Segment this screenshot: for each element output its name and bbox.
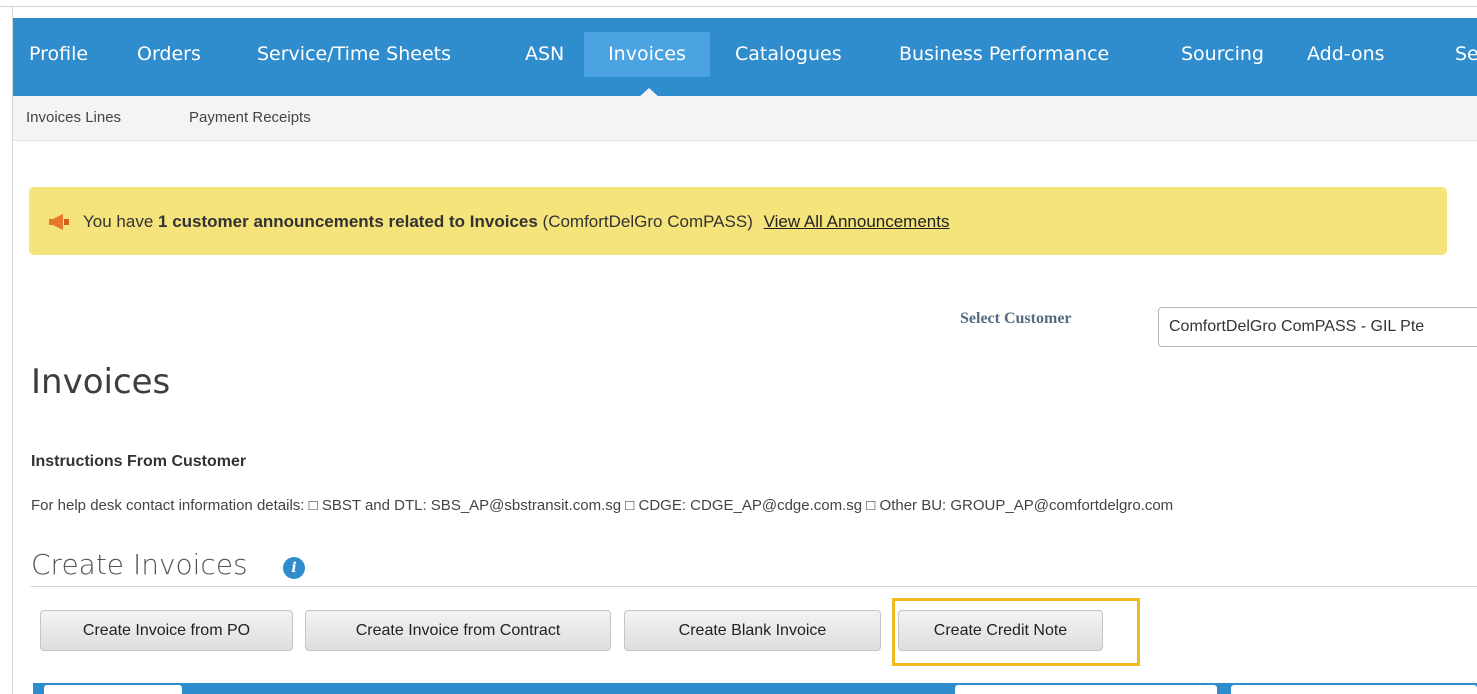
announcement-customer: (ComfortDelGro ComPASS) [542, 212, 753, 231]
instructions-heading: Instructions From Customer [31, 453, 247, 470]
tab-asn[interactable]: ASN [515, 32, 574, 77]
tab-business-performance[interactable]: Business Performance [889, 32, 1119, 77]
instructions-body: For help desk contact information detail… [31, 497, 1174, 514]
view-all-announcements-link[interactable]: View All Announcements [764, 212, 950, 231]
tab-catalogues[interactable]: Catalogues [725, 32, 852, 77]
subnav-invoices-lines[interactable]: Invoices Lines [26, 109, 121, 126]
top-navigation: Profile Orders Service/Time Sheets ASN I… [13, 18, 1477, 98]
tab-profile[interactable]: Profile [19, 32, 98, 77]
tab-add-ons[interactable]: Add-ons [1297, 32, 1395, 77]
announcement-text: You have 1 customer announcements relate… [83, 212, 949, 232]
create-invoice-from-po-button[interactable]: Create Invoice from PO [40, 610, 293, 651]
tab-sourcing[interactable]: Sourcing [1171, 32, 1274, 77]
megaphone-icon [49, 214, 69, 230]
select-customer-label: Select Customer [960, 310, 1072, 327]
tab-invoices[interactable]: Invoices [584, 32, 710, 77]
page-title: Invoices [31, 362, 171, 402]
tab-overflow[interactable]: Se [1445, 32, 1477, 77]
tab-orders[interactable]: Orders [127, 32, 211, 77]
toolbar-filter-input[interactable] [955, 685, 1217, 694]
sub-navigation: Invoices Lines Payment Receipts [13, 96, 1477, 141]
create-invoices-title: Create Invoices [31, 548, 248, 581]
announcement-prefix: You have [83, 212, 154, 231]
toolbar-button[interactable] [44, 685, 182, 694]
table-toolbar [33, 683, 1477, 694]
section-divider [31, 586, 1477, 587]
announcement-count: 1 customer announcements related to Invo… [158, 212, 538, 231]
window-top-edge [0, 0, 1477, 7]
tab-service-time-sheets[interactable]: Service/Time Sheets [247, 32, 461, 77]
subnav-payment-receipts[interactable]: Payment Receipts [189, 109, 311, 126]
announcement-banner: You have 1 customer announcements relate… [29, 187, 1447, 255]
select-customer-dropdown[interactable]: ComfortDelGro ComPASS - GIL Pte [1158, 307, 1477, 347]
highlight-box [892, 598, 1140, 666]
toolbar-search-input[interactable] [1231, 685, 1477, 694]
info-icon[interactable]: i [283, 557, 305, 579]
create-blank-invoice-button[interactable]: Create Blank Invoice [624, 610, 881, 651]
create-invoice-from-contract-button[interactable]: Create Invoice from Contract [305, 610, 611, 651]
